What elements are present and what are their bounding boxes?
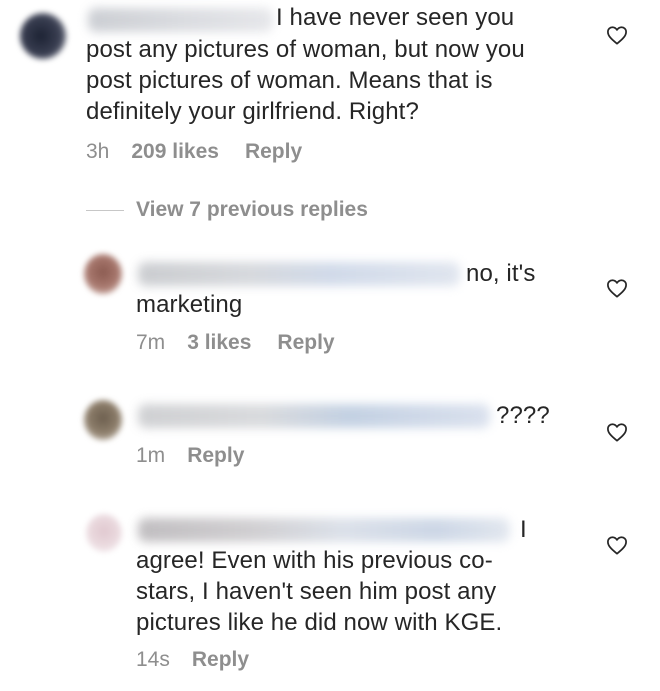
reply-thread-line [86, 209, 124, 211]
view-previous-replies[interactable]: View 7 previous replies [86, 198, 368, 222]
comment-meta: 3h 209 likes Reply [86, 140, 302, 164]
comment-time: 14s [136, 648, 170, 671]
comment-text: marketing [136, 291, 243, 318]
likes-count[interactable]: 3 likes [187, 331, 251, 355]
heart-outline-icon[interactable] [606, 535, 628, 555]
avatar[interactable] [84, 400, 122, 440]
blurred-username[interactable] [138, 262, 460, 286]
comment-text: pictures like he did now with KGE. [136, 609, 503, 636]
comment-time: 7m [136, 331, 166, 354]
comment-text: I [520, 516, 527, 543]
reply-button[interactable]: Reply [192, 648, 249, 672]
avatar[interactable] [86, 514, 122, 552]
heart-outline-icon[interactable] [606, 278, 628, 298]
comment-meta: 7m 3 likes Reply [136, 331, 335, 355]
comment-text: ???? [496, 402, 550, 429]
view-replies-label[interactable]: View 7 previous replies [136, 198, 368, 222]
reply-button[interactable]: Reply [187, 444, 244, 468]
comment-meta: 1m Reply [136, 444, 244, 468]
heart-outline-icon[interactable] [606, 25, 628, 45]
heart-outline-icon[interactable] [606, 422, 628, 442]
likes-count[interactable]: 209 likes [131, 140, 219, 164]
blurred-username[interactable] [88, 8, 273, 32]
comment-time: 3h [86, 140, 110, 163]
comment-text: post any pictures of woman, but now you [86, 36, 525, 63]
comment-meta: 14s Reply [136, 648, 249, 672]
comment-text: definitely your girlfriend. Right? [86, 98, 419, 125]
comment-text: post pictures of woman. Means that is [86, 67, 493, 94]
comment-text: stars, I haven't seen him post any [136, 578, 497, 605]
comment-text: no, it's [466, 260, 536, 287]
blurred-username[interactable] [138, 518, 510, 542]
avatar[interactable] [84, 254, 122, 294]
comment-text: agree! Even with his previous co- [136, 547, 493, 574]
blurred-username[interactable] [138, 404, 490, 428]
comment-text: I have never seen you [276, 4, 515, 31]
avatar[interactable] [20, 13, 66, 59]
comment-time: 1m [136, 444, 166, 467]
reply-button[interactable]: Reply [277, 331, 334, 355]
reply-button[interactable]: Reply [245, 140, 302, 164]
